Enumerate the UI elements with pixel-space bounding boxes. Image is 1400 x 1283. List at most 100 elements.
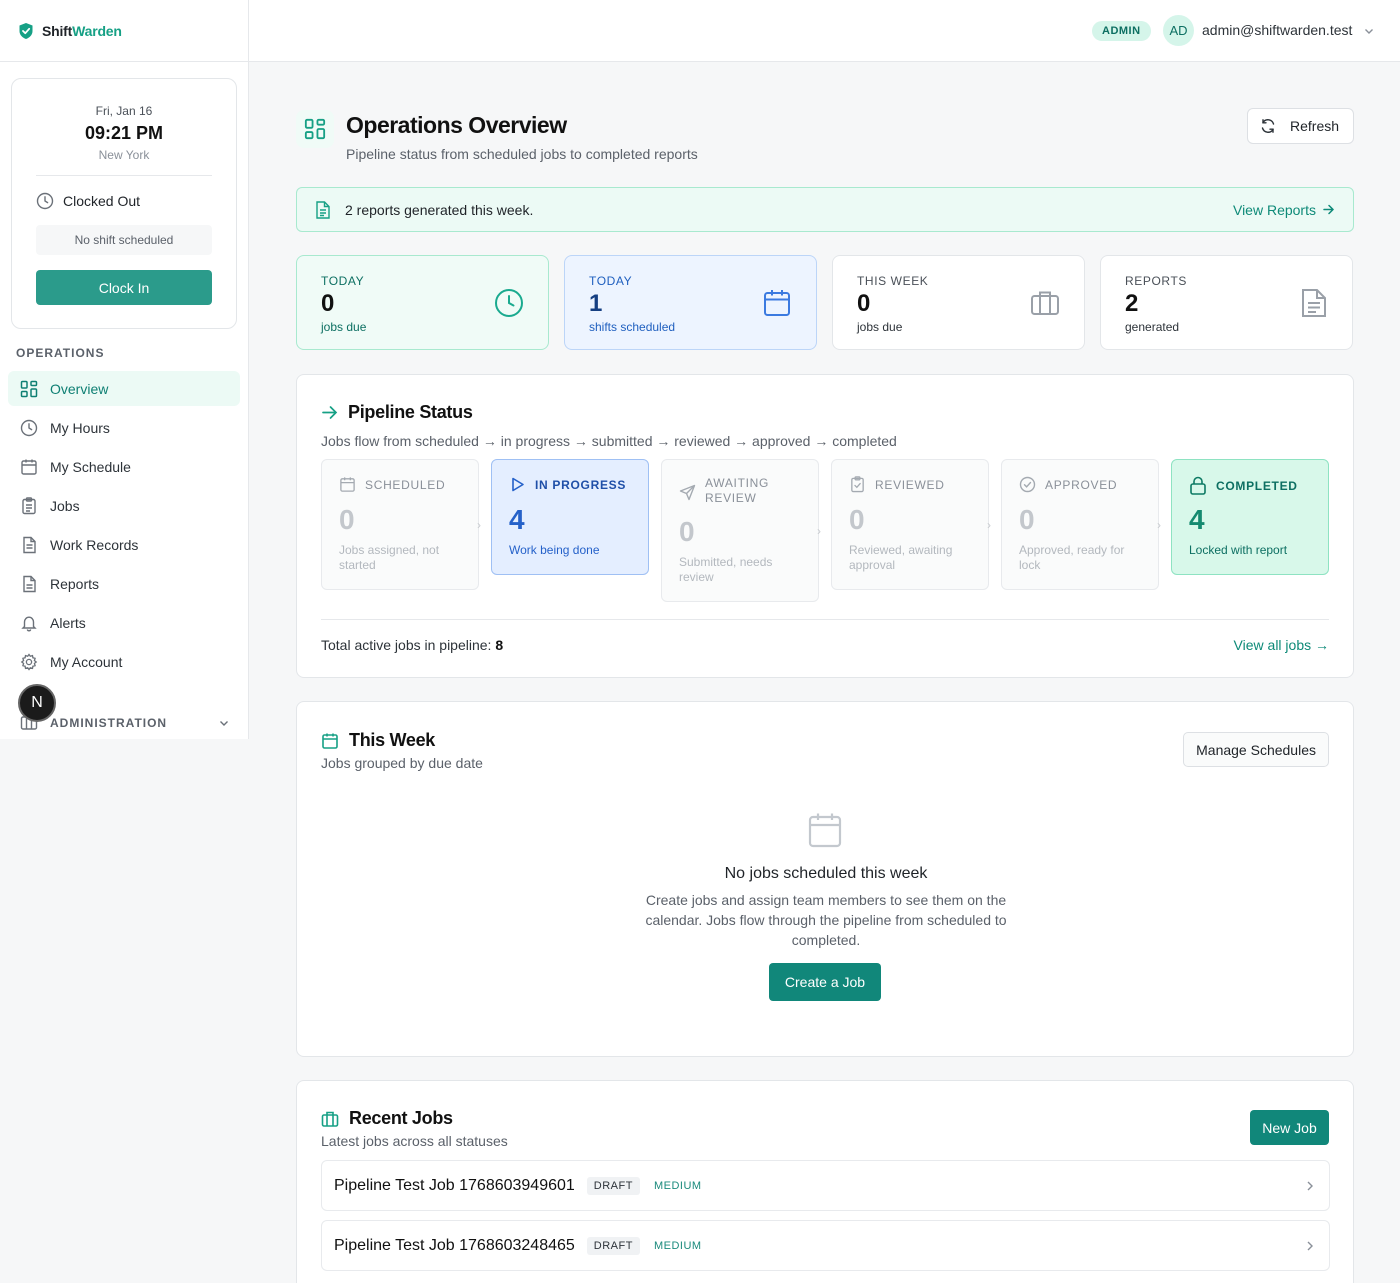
stat-desc: generated xyxy=(1125,320,1180,334)
recent-jobs-title: Recent Jobs xyxy=(321,1108,453,1129)
stage-desc: Jobs assigned, not started xyxy=(339,543,440,572)
stat-label: TODAY xyxy=(321,274,365,288)
sidebar-item-label: Work Records xyxy=(50,536,139,553)
stage-header: IN PROGRESS xyxy=(509,476,626,493)
sidebar-item-label: My Account xyxy=(50,653,123,670)
view-all-jobs-link[interactable]: View all jobs → xyxy=(1234,637,1329,653)
stage-count: 0 xyxy=(679,516,695,547)
stage-label: APPROVED xyxy=(1045,477,1118,492)
user-email[interactable]: admin@shiftwarden.test xyxy=(1202,22,1352,38)
view-reports-label: View Reports xyxy=(1232,201,1316,218)
divider xyxy=(321,619,1329,620)
dev-badge[interactable]: N xyxy=(18,684,56,722)
brand-name: ShiftWarden xyxy=(42,22,122,39)
sidebar-item-label: My Schedule xyxy=(50,458,131,475)
chevron-right-icon: › xyxy=(817,524,821,538)
stage-count: 0 xyxy=(849,504,865,535)
page-title: Operations Overview xyxy=(346,112,567,138)
chevron-down-icon[interactable] xyxy=(1363,25,1375,37)
shield-icon xyxy=(18,22,34,40)
stage-label: SCHEDULED xyxy=(365,477,446,492)
stage-awaiting-review[interactable]: AWAITING REVIEW 0 Submitted, needs revie… xyxy=(661,459,821,602)
administration-label: ADMINISTRATION xyxy=(50,716,168,730)
pipeline-total: Total active jobs in pipeline: 8 xyxy=(321,637,503,653)
job-name: Pipeline Test Job 1768603248465 xyxy=(334,1236,575,1254)
stage-header: REVIEWED xyxy=(849,476,945,493)
shift-note: No shift scheduled xyxy=(36,225,212,255)
new-job-button[interactable]: New Job xyxy=(1250,1110,1329,1145)
stage-count: 4 xyxy=(1189,504,1205,535)
page-subtitle: Pipeline status from scheduled jobs to c… xyxy=(346,146,698,162)
stat-card-shifts-today[interactable]: TODAY 1 shifts scheduled xyxy=(564,255,817,350)
avatar[interactable]: AD xyxy=(1163,15,1194,46)
clock-icon xyxy=(36,192,54,210)
stage-desc: Reviewed, awaiting approval xyxy=(849,543,953,572)
check-circle-icon xyxy=(1019,476,1036,493)
pipeline-title: Pipeline Status xyxy=(321,402,473,423)
status-badge: DRAFT xyxy=(586,1236,640,1255)
stat-card-jobs-this-week[interactable]: THIS WEEK 0 jobs due xyxy=(832,255,1085,350)
stat-label: THIS WEEK xyxy=(857,274,929,288)
stage-label: COMPLETED xyxy=(1216,478,1298,493)
manage-schedules-button[interactable]: Manage Schedules xyxy=(1183,732,1329,767)
sidebar-item-work-records[interactable]: Work Records xyxy=(8,527,240,562)
stat-desc: jobs due xyxy=(857,320,903,334)
create-job-button[interactable]: Create a Job xyxy=(769,963,881,1001)
sidebar-item-label: Alerts xyxy=(50,614,86,631)
stage-completed[interactable]: COMPLETED 4 Locked with report xyxy=(1171,459,1329,575)
stage-reviewed[interactable]: REVIEWED 0 Reviewed, awaiting approval › xyxy=(831,459,991,590)
grid-icon xyxy=(296,110,334,148)
sidebar-item-label: Reports xyxy=(50,575,100,592)
calendar-icon xyxy=(762,288,792,318)
clipboard-icon xyxy=(20,496,38,515)
clock-status-label: Clocked Out xyxy=(63,193,141,209)
sidebar-item-my-account[interactable]: My Account xyxy=(8,644,240,679)
arrow-right-icon xyxy=(1322,203,1335,216)
sidebar-item-jobs[interactable]: Jobs xyxy=(8,488,240,523)
sidebar: ShiftWarden Fri, Jan 16 09:21 PM New Yor… xyxy=(0,0,249,739)
stage-header: SCHEDULED xyxy=(339,476,445,493)
job-row[interactable]: Pipeline Test Job 1768603949601 DRAFT ME… xyxy=(321,1160,1330,1211)
administration-section-toggle[interactable]: ADMINISTRATION xyxy=(20,714,230,732)
sidebar-item-overview[interactable]: Overview xyxy=(8,371,240,406)
chevron-right-icon: › xyxy=(477,518,481,532)
stat-value: 0 xyxy=(321,290,335,317)
stat-desc: jobs due xyxy=(321,320,367,334)
stat-card-jobs-due-today[interactable]: TODAY 0 jobs due xyxy=(296,255,549,350)
stage-desc: Submitted, needs review xyxy=(679,555,773,584)
sidebar-item-reports[interactable]: Reports xyxy=(8,566,240,601)
stat-label: TODAY xyxy=(589,274,633,288)
stage-in-progress[interactable]: IN PROGRESS 4 Work being done xyxy=(491,459,649,575)
status-badge: DRAFT xyxy=(586,1176,640,1195)
sidebar-item-alerts[interactable]: Alerts xyxy=(8,605,240,640)
stage-count: 0 xyxy=(339,504,355,535)
stage-approved[interactable]: APPROVED 0 Approved, ready for lock › xyxy=(1001,459,1161,590)
play-icon xyxy=(509,476,526,493)
job-row[interactable]: Pipeline Test Job 1768603248465 DRAFT ME… xyxy=(321,1220,1330,1271)
file-icon xyxy=(315,200,331,219)
stage-count: 4 xyxy=(509,504,525,535)
priority-badge: MEDIUM xyxy=(653,1179,702,1192)
sidebar-item-my-schedule[interactable]: My Schedule xyxy=(8,449,240,484)
sidebar-item-my-hours[interactable]: My Hours xyxy=(8,410,240,445)
clock-in-button[interactable]: Clock In xyxy=(36,270,212,305)
brand-logo[interactable]: ShiftWarden xyxy=(0,0,248,62)
stat-card-reports[interactable]: REPORTS 2 generated xyxy=(1100,255,1353,350)
stage-scheduled[interactable]: SCHEDULED 0 Jobs assigned, not started › xyxy=(321,459,481,590)
refresh-button[interactable]: Refresh xyxy=(1247,108,1354,144)
stage-header: AWAITING REVIEW xyxy=(679,476,785,506)
chevron-right-icon xyxy=(1305,1180,1315,1192)
stage-label: REVIEWED xyxy=(875,477,945,492)
clipboard-check-icon xyxy=(849,476,866,493)
sidebar-item-label: Overview xyxy=(50,380,109,397)
view-reports-link[interactable]: View Reports xyxy=(1233,202,1335,218)
refresh-icon xyxy=(1260,118,1276,134)
this-week-title-text: This Week xyxy=(349,730,435,750)
divider xyxy=(36,175,212,176)
stage-desc: Approved, ready for lock xyxy=(1019,543,1125,572)
clock-time: 09:21 PM xyxy=(84,123,164,143)
clock-card: Fri, Jan 16 09:21 PM New York Clocked Ou… xyxy=(11,78,237,329)
sidebar-item-label: Jobs xyxy=(50,497,80,514)
chevron-right-icon: › xyxy=(1157,518,1161,532)
reports-banner: 2 reports generated this week. View Repo… xyxy=(296,187,1354,232)
